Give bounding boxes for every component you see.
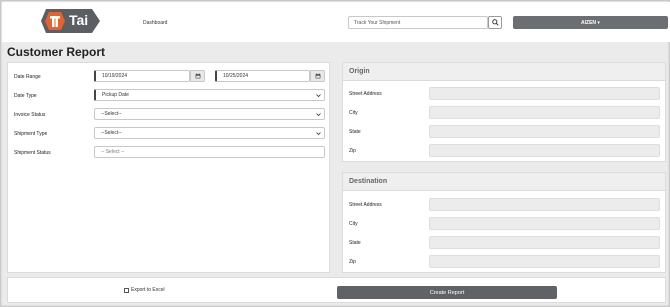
destination-header: Destination (343, 173, 665, 191)
origin-street-label: Street Address (349, 91, 382, 97)
origin-panel: Origin Street Address City State Zip (342, 62, 666, 162)
destination-state-input[interactable] (429, 236, 660, 249)
calendar-icon (195, 73, 200, 79)
shipment-type-select[interactable]: --Select-- (94, 127, 325, 139)
top-navbar: Tai Dashboard Track Your Shipment AIZEN … (2, 2, 670, 42)
date-to-field[interactable]: 10/25/2024 (215, 70, 310, 82)
destination-street-label: Street Address (349, 202, 382, 208)
report-footer: Export to Excel Create Report (7, 277, 666, 303)
date-to-value: 10/25/2024 (223, 73, 249, 79)
origin-state-input[interactable] (429, 125, 660, 138)
export-excel-checkbox[interactable] (124, 287, 129, 293)
date-from-field[interactable]: 10/19/2024 (94, 70, 190, 82)
destination-city-label: City (349, 221, 358, 227)
nav-dashboard-link[interactable]: Dashboard (143, 20, 167, 26)
origin-city-label: City (349, 110, 358, 116)
invoice-status-label: Invoice Status (14, 112, 46, 118)
shipment-status-label: Shipment Status (14, 150, 51, 156)
origin-zip-input[interactable] (429, 144, 660, 157)
track-shipment-placeholder: Track Your Shipment (354, 19, 401, 26)
origin-city-input[interactable] (429, 106, 660, 119)
date-to-calendar-button[interactable] (310, 70, 325, 82)
search-icon (491, 19, 499, 26)
origin-title: Origin (349, 68, 370, 75)
calendar-icon (315, 73, 320, 79)
destination-panel: Destination Street Address City State Zi… (342, 172, 666, 273)
chevron-down-icon (316, 132, 321, 136)
destination-city-input[interactable] (429, 217, 660, 230)
app-window: Tai Dashboard Track Your Shipment AIZEN … (0, 0, 670, 307)
create-report-button[interactable]: Create Report (337, 286, 557, 299)
page-title: Customer Report (7, 45, 106, 59)
date-from-value: 10/19/2024 (102, 73, 128, 79)
date-type-label: Date Type (14, 93, 37, 99)
invoice-status-select[interactable]: --Select-- (94, 108, 325, 120)
invoice-status-value: --Select-- (101, 111, 122, 117)
date-from-calendar-button[interactable] (190, 70, 205, 82)
destination-state-label: State (349, 240, 361, 246)
origin-zip-label: Zip (349, 148, 356, 154)
origin-header: Origin (343, 63, 665, 81)
shipment-type-value: --Select-- (101, 130, 122, 136)
user-menu-button[interactable]: AIZEN ▾ (513, 16, 668, 29)
tai-logo[interactable]: Tai (40, 7, 102, 35)
origin-street-input[interactable] (429, 87, 660, 100)
date-type-value: Pickup Date (102, 92, 129, 98)
chevron-down-icon (316, 94, 321, 98)
origin-state-label: State (349, 129, 361, 135)
chevron-down-icon (316, 113, 321, 117)
export-excel-option[interactable]: Export to Excel (124, 287, 165, 293)
logo-text: Tai (69, 12, 89, 28)
track-search-button[interactable] (488, 16, 502, 29)
destination-title: Destination (349, 178, 388, 185)
date-range-label: Date Range (14, 74, 41, 80)
destination-street-input[interactable] (429, 198, 660, 211)
filters-panel: Date Range 10/19/2024 10/25/2024 Date Ty… (7, 62, 330, 273)
shipment-status-multiselect[interactable]: -- Select -- (94, 146, 325, 158)
destination-zip-label: Zip (349, 259, 356, 265)
export-excel-label: Export to Excel (131, 287, 165, 293)
shipment-status-placeholder: -- Select -- (101, 149, 125, 155)
date-type-select[interactable]: Pickup Date (94, 89, 325, 101)
destination-zip-input[interactable] (429, 255, 660, 268)
shipment-type-label: Shipment Type (14, 131, 48, 137)
track-shipment-input[interactable]: Track Your Shipment (348, 16, 488, 29)
